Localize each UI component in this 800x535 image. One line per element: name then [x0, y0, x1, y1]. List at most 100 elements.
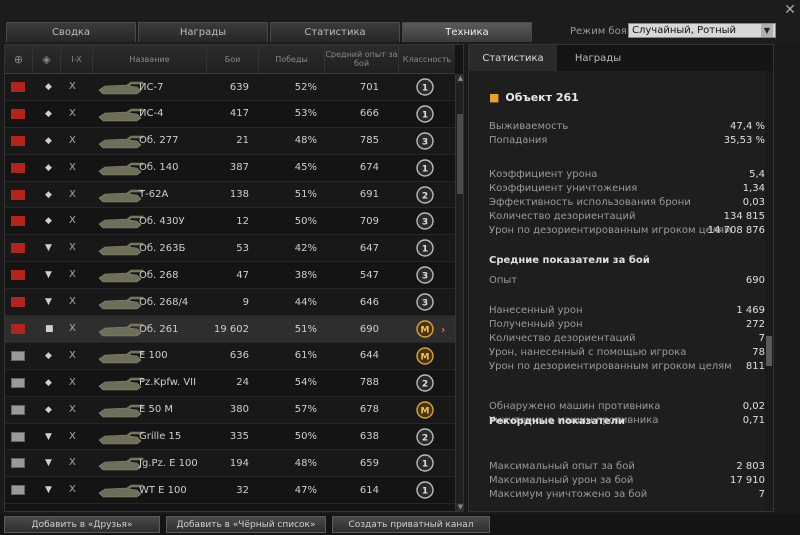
stat-row: Нанесенный урон 1 469	[489, 305, 765, 319]
stat-label: Коэффициент урона	[489, 169, 598, 180]
header-wins[interactable]: Победы	[259, 45, 325, 73]
stat-label: Урон по дезориентированным игроком целям	[489, 225, 732, 236]
win-rate: 47%	[294, 484, 317, 496]
tank-icon	[98, 135, 144, 149]
header-type[interactable]: ◈	[33, 45, 61, 73]
ussr-flag-icon	[11, 324, 25, 335]
table-row[interactable]: ◆ X Pz.Kpfw. VII 24 54% 788 2	[5, 370, 455, 397]
stat-value: 2 803	[736, 461, 765, 472]
mastery-badge-icon: 3	[416, 266, 434, 284]
table-row[interactable]: ◆ X Т-62А 138 51% 691 2	[5, 181, 455, 209]
tab-vehicle-statistics[interactable]: Статистика	[469, 45, 557, 71]
tab-vehicle-awards[interactable]: Награды	[557, 45, 639, 71]
table-row[interactable]: ◆ X ИС-7 639 52% 701 1	[5, 74, 455, 101]
battle-mode-select[interactable]: Случайный, Ротный ▼	[628, 23, 776, 38]
table-row[interactable]: ■ X Об. 261 19 602 51% 690 M ›	[5, 316, 455, 343]
stat-label: Выживаемость	[489, 121, 569, 132]
stat-row: Максимальный урон за бой 17 910	[489, 475, 765, 489]
battles-count: 24	[236, 377, 249, 389]
tier-label: X	[69, 296, 76, 308]
table-row[interactable]: ▼ X Jg.Pz. E 100 194 48% 659 1	[5, 450, 455, 478]
stat-label: Нанесенный урон	[489, 305, 583, 316]
table-body: ◆ X ИС-7 639 52% 701 1 ◆ X ИС-4 417 53% 666 1 ◆ X Об. 27…	[5, 74, 455, 505]
table-row[interactable]: ◆ X Об. 430У 12 50% 709 3	[5, 208, 455, 236]
win-rate: 42%	[294, 242, 317, 254]
private-channel-button[interactable]: Создать приватный канал	[332, 516, 490, 533]
battles-count: 636	[229, 350, 249, 362]
table-row[interactable]: ◆ X Об. 140 387 45% 674 1	[5, 155, 455, 182]
ussr-flag-icon	[11, 189, 25, 200]
header-tier[interactable]: I-X	[61, 45, 93, 73]
header-mastery[interactable]: Классность	[399, 45, 455, 73]
vehicle-stats-panel: Статистика Награды ■ Объект 261 Выживаемо…	[468, 44, 774, 512]
stat-label: Максимум уничтожено за бой	[489, 489, 648, 500]
mastery-badge-icon: M	[416, 347, 434, 365]
tier-label: X	[69, 323, 76, 335]
tab-vehicles[interactable]: Техника	[402, 22, 532, 42]
chevron-down-icon: ▼	[761, 24, 773, 37]
table-scrollbar[interactable]: ▲ ▼	[455, 74, 463, 511]
mastery-badge-icon: M	[416, 400, 434, 419]
tab-awards[interactable]: Награды	[138, 22, 268, 42]
mastery-badge-icon: 1	[416, 454, 434, 473]
stat-value: 0,71	[742, 415, 765, 426]
table-row[interactable]: ◆ X E 100 636 61% 644 M	[5, 342, 455, 370]
tank-icon	[98, 243, 144, 256]
table-row[interactable]: ▼ X Об. 268/4 9 44% 646 3	[5, 289, 455, 317]
stats-scroll-thumb[interactable]	[766, 336, 772, 366]
stat-row: Урон по дезориентированным игроком целям…	[489, 225, 765, 239]
table-row[interactable]: ▼ X Grille 15 335 50% 638 2	[5, 424, 455, 451]
mastery-badge-icon: 3	[416, 212, 434, 231]
stats-scrollbar[interactable]	[765, 71, 773, 511]
mastery-level: M	[421, 326, 430, 336]
add-friend-button[interactable]: Добавить в «Друзья»	[4, 516, 160, 533]
mastery-level: 1	[422, 110, 428, 120]
scroll-down-icon[interactable]: ▼	[456, 503, 463, 511]
battles-count: 12	[236, 215, 249, 227]
table-row[interactable]: ▼ X Об. 263Б 53 42% 647 1	[5, 235, 455, 263]
avg-xp: 638	[359, 431, 379, 443]
tab-summary[interactable]: Сводка	[6, 22, 136, 42]
tab-statistics[interactable]: Статистика	[270, 22, 400, 42]
tank-icon	[98, 216, 144, 229]
vehicle-type-icon: ◆	[45, 350, 52, 361]
table-row[interactable]: ◆ X Об. 277 21 48% 785 3	[5, 127, 455, 155]
stat-label: Попадания	[489, 135, 548, 146]
table-row[interactable]: ◆ X ИС-4 417 53% 666 1	[5, 101, 455, 128]
table-row[interactable]: ◆ X E 50 M 380 57% 678 M	[5, 396, 455, 424]
scroll-up-icon[interactable]: ▲	[456, 74, 463, 83]
profile-tabs: Сводка Награды Статистика Техника	[6, 22, 534, 42]
close-button[interactable]: ✕	[782, 2, 798, 18]
stat-label: Эффективность использования брони	[489, 197, 691, 208]
vehicle-name: Объект 261	[505, 91, 579, 104]
add-blacklist-button[interactable]: Добавить в «Чёрный список»	[166, 516, 326, 533]
battle-mode-label: Режим боя:	[570, 26, 631, 37]
table-row[interactable]: ▼ X WT E 100 32 47% 614 1	[5, 477, 455, 505]
tank-icon	[98, 108, 144, 122]
header-battles[interactable]: Бои	[207, 45, 259, 73]
battles-count: 639	[229, 81, 249, 93]
vehicle-table: ⊕ ◈ I-X Название Бои Победы Средний опыт…	[4, 44, 464, 512]
stat-label: Коэффициент уничтожения	[489, 183, 638, 194]
header-avg-xp[interactable]: Средний опыт за бой	[325, 45, 399, 73]
avg-xp: 709	[359, 215, 379, 227]
tank-icon	[98, 377, 144, 391]
mastery-badge-icon: 1	[416, 481, 434, 500]
vehicle-type-icon: ▼	[45, 458, 52, 469]
ussr-flag-icon	[11, 216, 25, 227]
avg-xp: 674	[359, 162, 379, 174]
stat-row: Опыт 690	[489, 275, 765, 289]
vehicle-type-icon: ◆	[45, 82, 52, 92]
stat-value: 17 910	[730, 475, 765, 486]
header-name[interactable]: Название	[93, 45, 207, 73]
avg-xp: 788	[359, 377, 379, 389]
win-rate: 51%	[294, 189, 317, 201]
vehicle-type-icon: ▼	[45, 297, 52, 308]
vehicle-type-icon: ◆	[45, 404, 52, 415]
stat-row: Урон по дезориентированным игроком целям…	[489, 361, 765, 375]
scroll-thumb[interactable]	[457, 114, 463, 194]
win-rate: 38%	[294, 269, 317, 281]
table-row[interactable]: ▼ X Об. 268 47 38% 547 3	[5, 262, 455, 290]
avg-xp: 785	[359, 135, 379, 147]
header-nation[interactable]: ⊕	[5, 45, 33, 73]
